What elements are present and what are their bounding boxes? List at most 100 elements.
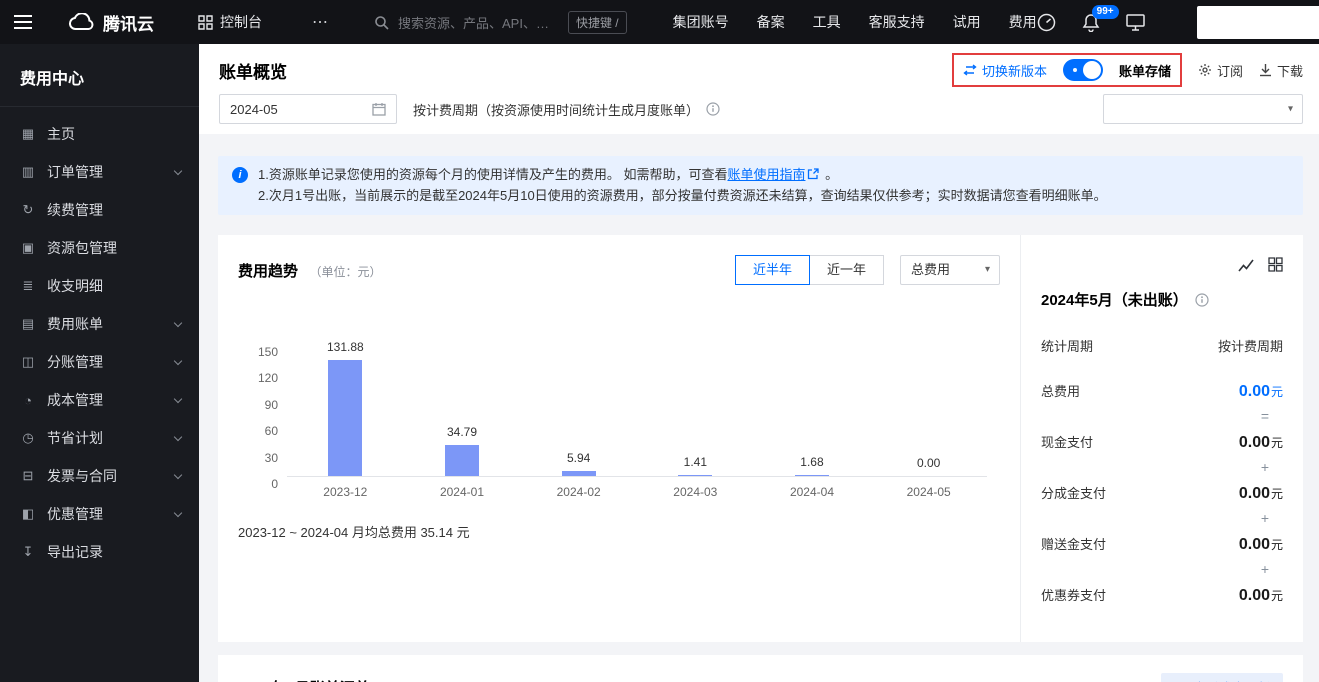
cost-analysis-button[interactable]: 查看成本分析: [1161, 673, 1283, 682]
chevron-down-icon: [174, 394, 182, 402]
y-axis-tick: 30: [265, 451, 278, 465]
external-link-icon: [807, 168, 819, 180]
search-placeholder: 搜索资源、产品、API、…: [398, 13, 549, 32]
y-axis-tick: 90: [265, 398, 278, 412]
bar: [562, 471, 596, 476]
sidebar-item-cost-management[interactable]: ◔ 成本管理: [0, 381, 199, 419]
toggle-knob: [1083, 61, 1101, 79]
console-link[interactable]: 控制台: [198, 12, 262, 32]
amount-unit: 元: [1271, 385, 1283, 399]
tab-half-year[interactable]: 近半年: [735, 255, 810, 285]
cost-trend-card: 费用趋势 （单位：元） 近半年 近一年 总费用 ▾ 0306: [218, 235, 1303, 642]
info-icon[interactable]: [1195, 293, 1209, 307]
main-content: 账单概览 切换新版本 账单存储 订阅: [199, 44, 1319, 682]
topnav-item[interactable]: 费用: [1009, 12, 1037, 32]
account-filter-select[interactable]: ▾: [1103, 94, 1303, 124]
bill-storage-toggle[interactable]: [1063, 59, 1103, 81]
transactions-icon: ≣: [20, 278, 36, 294]
amount: 0.00: [1239, 536, 1270, 553]
console-grid-icon: [198, 15, 213, 30]
tab-one-year[interactable]: 近一年: [809, 255, 884, 285]
topbar-nav: 集团账号 备案 工具 客服支持 试用 费用: [673, 12, 1037, 32]
sidebar-item-transactions[interactable]: ≣收支明细: [0, 267, 199, 305]
topnav-item[interactable]: 工具: [813, 12, 841, 32]
summary-row: 总费用 0.00元: [1041, 381, 1283, 401]
sidebar-item-label: 分账管理: [47, 352, 103, 372]
summary-row-label: 优惠券支付: [1041, 585, 1106, 604]
bill-summary-title: 2024年5月账单汇总: [238, 677, 370, 682]
chevron-down-icon: [174, 432, 182, 440]
chart-bar-group: 0.002024-05: [870, 345, 987, 476]
sidebar-menu: ▦主页▥订单管理↻续费管理▣资源包管理≣收支明细▤费用账单 ◫ 分账管理 ◔ 成本管理 ◷…: [0, 115, 199, 571]
search-input[interactable]: 搜索资源、产品、API、… 快捷键 /: [374, 11, 627, 34]
more-menu-icon[interactable]: ⋯: [312, 12, 328, 32]
month-summary-panel: 2024年5月（未出账） 统计周期 按计费周期 总费用0.00元=现金支付0.0…: [1020, 235, 1303, 642]
home-icon: ▦: [20, 126, 36, 142]
topnav-item[interactable]: 集团账号: [673, 12, 729, 32]
sidebar-item-split-billing[interactable]: ◫ 分账管理: [0, 343, 199, 381]
sidebar-item-renewal-management[interactable]: ↻续费管理: [0, 191, 199, 229]
sidebar-item-home[interactable]: ▦主页: [0, 115, 199, 153]
amount-unit: 元: [1271, 538, 1283, 552]
sidebar-item-savings-plans[interactable]: ◷节省计划: [0, 419, 199, 457]
chevron-down-icon: ▾: [985, 256, 990, 284]
line-chart-view-icon[interactable]: [1238, 257, 1254, 278]
subscribe-button[interactable]: 订阅: [1198, 61, 1243, 80]
sidebar-item-label: 费用账单: [47, 314, 103, 334]
topnav-item[interactable]: 备案: [757, 12, 785, 32]
resource-pack-icon: ▣: [20, 240, 36, 256]
summary-row-value: 0.00元: [1239, 383, 1283, 401]
info-icon[interactable]: [706, 102, 720, 116]
grid-view-icon[interactable]: [1268, 257, 1283, 278]
chevron-down-icon: [174, 318, 182, 326]
account-box[interactable]: [1197, 6, 1319, 39]
download-button[interactable]: 下载: [1259, 61, 1303, 80]
bar: [795, 475, 829, 476]
switch-new-version-link[interactable]: 切换新版本: [963, 61, 1047, 80]
amount: 0.00: [1239, 485, 1270, 502]
operator: +: [1041, 562, 1283, 577]
y-axis-tick: 120: [258, 371, 278, 385]
sidebar-item-bills[interactable]: ▤费用账单: [0, 305, 199, 343]
renewal-icon: ↻: [20, 202, 36, 218]
bar: [328, 360, 362, 476]
operator: +: [1041, 460, 1283, 475]
export-records-icon: ↧: [20, 544, 36, 560]
sidebar-item-export-records[interactable]: ↧导出记录: [0, 533, 199, 571]
summary-title: 2024年5月（未出账）: [1041, 289, 1188, 310]
metric-select[interactable]: 总费用 ▾: [900, 255, 1000, 285]
bill-summary-card: 2024年5月账单汇总 （单位：元） 查看成本分析: [218, 655, 1303, 682]
summary-row-label: 总费用: [1041, 381, 1080, 400]
amount: 0.00: [1239, 434, 1270, 451]
notice-line-2: 2.次月1号出账，当前展示的是截至2024年5月10日使用的资源费用，部分按量付…: [258, 186, 1107, 206]
sidebar-item-label: 成本管理: [47, 390, 103, 410]
sidebar: 费用中心 ▦主页▥订单管理↻续费管理▣资源包管理≣收支明细▤费用账单 ◫ 分账管理 ◔…: [0, 44, 199, 682]
tencent-cloud-logo[interactable]: 腾讯云: [68, 10, 154, 35]
screen: 腾讯云 控制台 ⋯ 搜索资源、产品、API、… 快捷键 / 集团账号 备案 工具 客服…: [0, 0, 1319, 682]
range-tabs: 近半年 近一年: [735, 255, 884, 285]
savings-plan-icon: ◷: [20, 430, 36, 446]
sidebar-item-label: 优惠管理: [47, 504, 103, 524]
summary-row: 现金支付0.00元: [1041, 432, 1283, 452]
topbar-icons: 99+ q: [1037, 0, 1319, 44]
stat-period-row: 统计周期 按计费周期: [1041, 336, 1283, 355]
billing-guide-link[interactable]: 账单使用指南: [727, 167, 805, 182]
dashboard-gauge-icon[interactable]: [1037, 13, 1056, 32]
hamburger-menu-icon[interactable]: [14, 15, 32, 29]
device-monitor-icon[interactable]: [1126, 14, 1145, 31]
sidebar-item-order-management[interactable]: ▥订单管理: [0, 153, 199, 191]
split-billing-icon: ◫: [20, 354, 36, 370]
sidebar-item-invoices-contracts[interactable]: ⊟发票与合同: [0, 457, 199, 495]
topnav-item[interactable]: 试用: [953, 12, 981, 32]
cost-management-icon: ◔: [20, 393, 36, 408]
discount-icon: ◧: [20, 506, 36, 522]
notifications-bell-icon[interactable]: 99+: [1082, 13, 1100, 32]
sidebar-item-discount-management[interactable]: ◧ 优惠管理: [0, 495, 199, 533]
month-picker[interactable]: 2024-05: [219, 94, 397, 124]
sidebar-item-resource-packages[interactable]: ▣资源包管理: [0, 229, 199, 267]
sidebar-title: 费用中心: [0, 44, 199, 107]
topnav-item[interactable]: 客服支持: [869, 12, 925, 32]
trend-chart-section: 费用趋势 （单位：元） 近半年 近一年 总费用 ▾ 0306: [218, 235, 1020, 642]
annotation-highlight: 切换新版本 账单存储: [952, 53, 1182, 87]
chevron-down-icon: [174, 508, 182, 516]
